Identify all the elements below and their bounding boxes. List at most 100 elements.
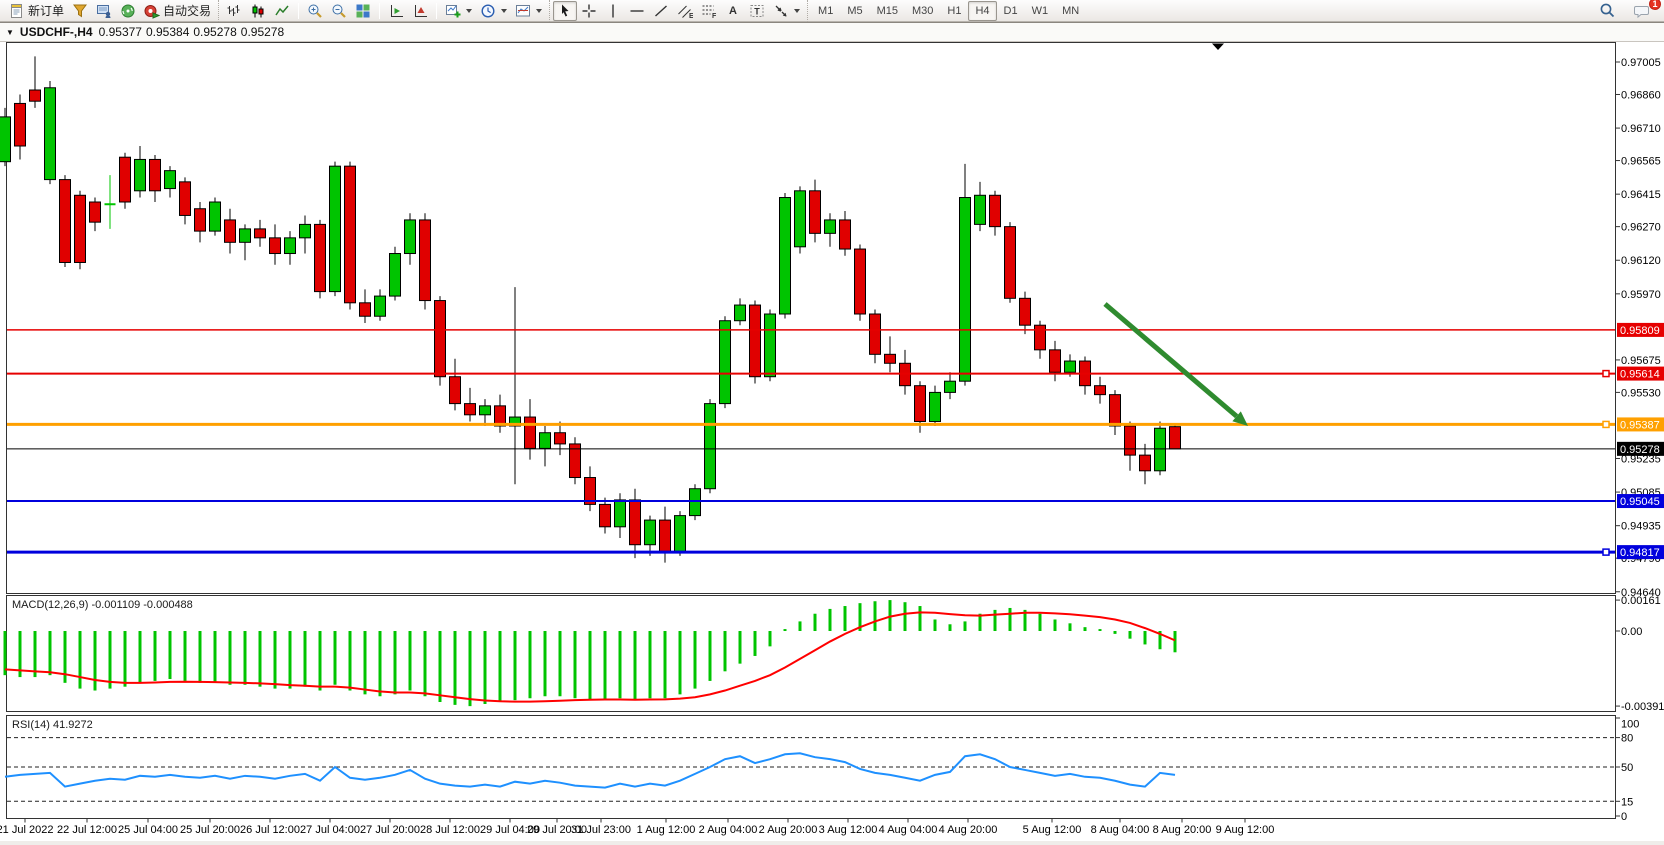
svg-text:9 Aug 12:00: 9 Aug 12:00 bbox=[1216, 824, 1275, 836]
svg-text:0.95809: 0.95809 bbox=[1620, 325, 1660, 337]
vertical-line-icon bbox=[605, 3, 621, 19]
quote-high: 0.95384 bbox=[146, 25, 189, 39]
tab-w1[interactable]: W1 bbox=[1025, 1, 1056, 21]
arrows-icon bbox=[773, 3, 789, 19]
svg-text:2 Aug 04:00: 2 Aug 04:00 bbox=[699, 824, 758, 836]
zoom-out-button[interactable] bbox=[327, 1, 351, 21]
fibonacci-tool-button[interactable]: F bbox=[697, 1, 721, 21]
fibo-glyph: F bbox=[712, 13, 717, 19]
svg-text:26 Jul 12:00: 26 Jul 12:00 bbox=[240, 824, 300, 836]
template-button[interactable] bbox=[511, 1, 546, 21]
quote-close: 0.95278 bbox=[241, 25, 284, 39]
svg-text:0.95970: 0.95970 bbox=[1621, 289, 1661, 301]
dropdown-caret bbox=[501, 9, 507, 13]
svg-text:1 Aug 12:00: 1 Aug 12:00 bbox=[637, 824, 696, 836]
data-window-button[interactable] bbox=[92, 1, 116, 21]
autotrading-icon bbox=[144, 3, 160, 19]
tab-h4[interactable]: H4 bbox=[968, 1, 996, 21]
arrows-tool-button[interactable] bbox=[769, 1, 804, 21]
svg-text:T: T bbox=[754, 6, 760, 16]
svg-text:-0.00391: -0.00391 bbox=[1621, 701, 1664, 713]
chart-menu-triangle-icon[interactable]: ▼ bbox=[6, 28, 14, 37]
cursor-tool-button[interactable] bbox=[553, 1, 577, 21]
chart-symbol-period: USDCHF-,H4 bbox=[20, 25, 93, 39]
svg-text:0.95675: 0.95675 bbox=[1621, 355, 1661, 367]
svg-text:0.00: 0.00 bbox=[1621, 626, 1642, 638]
notification-badge: 1 bbox=[1649, 0, 1661, 10]
tab-h1[interactable]: H1 bbox=[940, 1, 968, 21]
bar-chart-button[interactable] bbox=[222, 1, 246, 21]
price-chart[interactable]: 0.970050.968600.967100.965650.964150.962… bbox=[0, 42, 1664, 842]
svg-text:27 Jul 20:00: 27 Jul 20:00 bbox=[360, 824, 420, 836]
svg-text:0.96415: 0.96415 bbox=[1621, 189, 1661, 201]
indicator-list-button[interactable] bbox=[384, 1, 408, 21]
zoom-out-icon bbox=[331, 3, 347, 19]
channel-tool-button[interactable]: E bbox=[673, 1, 697, 21]
svg-text:50: 50 bbox=[1621, 762, 1633, 774]
dropdown-caret bbox=[466, 9, 472, 13]
indicator-window-button[interactable] bbox=[408, 1, 432, 21]
tab-d1[interactable]: D1 bbox=[997, 1, 1025, 21]
svg-text:0.95614: 0.95614 bbox=[1620, 369, 1660, 381]
svg-text:25 Jul 20:00: 25 Jul 20:00 bbox=[180, 824, 240, 836]
trendline-tool-button[interactable] bbox=[649, 1, 673, 21]
market-depth-button[interactable] bbox=[68, 1, 92, 21]
zoom-in-icon bbox=[307, 3, 323, 19]
add-indicator-button[interactable] bbox=[441, 1, 476, 21]
svg-text:0.96120: 0.96120 bbox=[1621, 255, 1661, 267]
timeframe-group: M1 M5 M15 M30 H1 H4 D1 W1 MN bbox=[807, 0, 1087, 22]
new-order-label: 新订单 bbox=[28, 2, 64, 19]
svg-text:0.96710: 0.96710 bbox=[1621, 123, 1661, 135]
equidistant-channel-icon: E bbox=[677, 3, 693, 19]
svg-text:0.95387: 0.95387 bbox=[1620, 419, 1660, 431]
svg-text:100: 100 bbox=[1621, 719, 1639, 731]
tab-m15[interactable]: M15 bbox=[870, 1, 905, 21]
text-tool-button[interactable]: A bbox=[721, 1, 745, 21]
vertical-line-tool-button[interactable] bbox=[601, 1, 625, 21]
new-order-button[interactable]: 新订单 bbox=[5, 1, 68, 21]
svg-text:2 Aug 20:00: 2 Aug 20:00 bbox=[759, 824, 818, 836]
bar-chart-icon bbox=[226, 3, 242, 19]
label-tool-button[interactable]: T bbox=[745, 1, 769, 21]
autotrading-button[interactable]: 自动交易 bbox=[140, 1, 215, 21]
clock-icon bbox=[480, 3, 496, 19]
svg-text:22 Jul 12:00: 22 Jul 12:00 bbox=[57, 824, 117, 836]
notifications-button[interactable]: 1 bbox=[1630, 1, 1656, 21]
horizontal-line-tool-button[interactable] bbox=[625, 1, 649, 21]
data-window-icon bbox=[96, 3, 112, 19]
horizontal-line-icon bbox=[629, 3, 645, 19]
add-indicator-icon bbox=[445, 3, 461, 19]
candlestick-chart-button[interactable] bbox=[246, 1, 270, 21]
crosshair-icon bbox=[581, 3, 597, 19]
svg-text:0.96860: 0.96860 bbox=[1621, 89, 1661, 101]
zoom-in-button[interactable] bbox=[303, 1, 327, 21]
period-button[interactable] bbox=[476, 1, 511, 21]
tab-m1[interactable]: M1 bbox=[811, 1, 840, 21]
navigator-button[interactable] bbox=[116, 1, 140, 21]
quote-low: 0.95278 bbox=[193, 25, 236, 39]
tab-m5[interactable]: M5 bbox=[840, 1, 869, 21]
navigator-icon bbox=[120, 3, 136, 19]
indicator-window-icon bbox=[412, 3, 428, 19]
svg-text:80: 80 bbox=[1621, 733, 1633, 745]
line-chart-button[interactable] bbox=[270, 1, 294, 21]
svg-text:4 Aug 20:00: 4 Aug 20:00 bbox=[939, 824, 998, 836]
toolbar-separator bbox=[298, 3, 299, 19]
search-button[interactable] bbox=[1595, 1, 1620, 21]
autotrading-label: 自动交易 bbox=[163, 2, 211, 19]
tile-windows-button[interactable] bbox=[351, 1, 375, 21]
tile-windows-icon bbox=[355, 3, 371, 19]
cursor-icon bbox=[557, 3, 573, 19]
main-toolbar: 新订单 bbox=[0, 0, 1664, 22]
fibonacci-icon: F bbox=[701, 3, 717, 19]
svg-text:31 Jul 23:00: 31 Jul 23:00 bbox=[571, 824, 631, 836]
indicator-list-icon bbox=[388, 3, 404, 19]
crosshair-tool-button[interactable] bbox=[577, 1, 601, 21]
svg-text:4 Aug 04:00: 4 Aug 04:00 bbox=[879, 824, 938, 836]
chart-title-bar[interactable]: ▼ USDCHF-,H4 0.95377 0.95384 0.95278 0.9… bbox=[0, 23, 1664, 42]
tab-m30[interactable]: M30 bbox=[905, 1, 940, 21]
svg-text:8 Aug 04:00: 8 Aug 04:00 bbox=[1091, 824, 1150, 836]
template-icon bbox=[515, 3, 531, 19]
toolbar-separator bbox=[379, 3, 380, 19]
tab-mn[interactable]: MN bbox=[1055, 1, 1086, 21]
